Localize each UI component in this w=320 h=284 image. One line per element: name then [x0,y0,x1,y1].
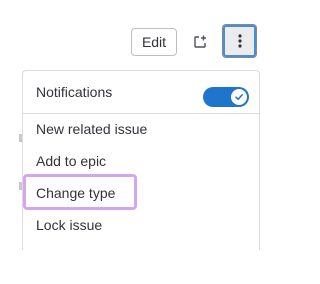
notifications-item: Notifications [23,76,259,108]
menu-item-label: Lock issue [36,217,103,233]
menu-item-add-to-epic[interactable]: Add to epic [23,145,259,177]
menu-item-change-type[interactable]: Change type [23,177,259,209]
more-actions-button[interactable] [222,24,257,58]
menu-item-label: Add to epic [36,153,107,169]
menu-item-lock-issue[interactable]: Lock issue [23,209,259,241]
menu-item-new-related-issue[interactable]: New related issue [23,113,259,145]
menu-item-label: New related issue [36,121,148,137]
notifications-label: Notifications [36,84,113,100]
check-icon [231,89,247,105]
actions-dropdown-menu: Notifications New related issue Add to e… [22,70,260,250]
notifications-toggle[interactable] [203,87,249,107]
menu-item-label: Change type [36,185,116,201]
edit-button-label: Edit [141,34,167,50]
edit-button[interactable]: Edit [131,28,177,56]
kebab-vertical-icon [237,34,242,48]
new-window-icon[interactable] [190,32,210,52]
